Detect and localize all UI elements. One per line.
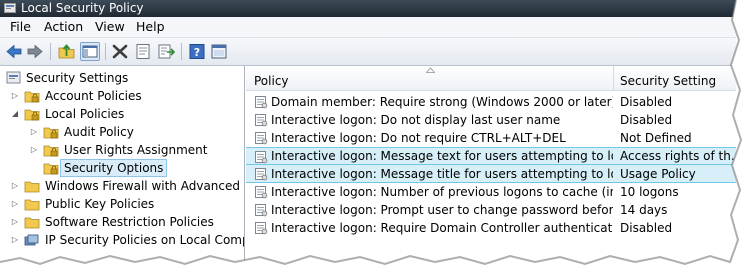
policy-setting: 14 days: [620, 203, 668, 217]
sort-ascending-icon: [426, 67, 435, 73]
delete-x-icon: [112, 44, 128, 59]
policy-setting: Usage Policy: [620, 167, 696, 181]
locked-folder-icon: [43, 145, 59, 157]
menu-file[interactable]: File: [8, 19, 33, 35]
properties-button[interactable]: [133, 42, 153, 61]
policy-name: Interactive logon: Number of previous lo…: [271, 185, 613, 199]
tree-label: Security Options: [60, 159, 168, 177]
locked-folder-icon: [43, 163, 59, 175]
window-title: Local Security Policy: [21, 1, 144, 15]
policy-item-icon: [255, 168, 268, 181]
tree-label: Public Key Policies: [45, 197, 155, 211]
expand-arrow-icon[interactable]: ▷: [30, 128, 38, 136]
help-button[interactable]: ?: [187, 42, 207, 61]
table-row[interactable]: Interactive logon: Number of previous lo…: [246, 183, 736, 201]
column-divider[interactable]: [613, 66, 614, 90]
policy-list: Policy Security Setting Domain member: R…: [246, 66, 736, 262]
locked-folder-icon: [43, 127, 59, 139]
collapse-arrow-icon[interactable]: ◢: [11, 110, 19, 118]
tree-label: Local Policies: [45, 107, 125, 121]
tree-label: IP Security Policies on Local Compute: [45, 233, 244, 247]
policy-item-icon: [255, 96, 268, 109]
folder-icon: [24, 199, 40, 211]
menu-action[interactable]: Action: [42, 19, 85, 35]
table-row[interactable]: Interactive logon: Do not require CTRL+A…: [246, 129, 736, 147]
properties-icon: [136, 44, 150, 59]
table-row[interactable]: Interactive logon: Do not display last u…: [246, 111, 736, 129]
back-button[interactable]: [4, 42, 24, 61]
ip-security-icon: [24, 234, 39, 246]
expand-arrow-icon[interactable]: ▷: [11, 200, 19, 208]
tree-label: Security Settings: [26, 71, 129, 85]
table-row-selected[interactable]: Interactive logon: Message text for user…: [246, 147, 736, 165]
menu-help[interactable]: Help: [134, 19, 167, 35]
expand-arrow-icon[interactable]: ▷: [11, 182, 19, 190]
export-list-icon: [158, 44, 176, 59]
locked-folder-icon: [24, 91, 40, 103]
forward-button[interactable]: [25, 42, 45, 61]
policy-item-icon: [255, 186, 268, 199]
expand-arrow-icon[interactable]: ▷: [11, 92, 19, 100]
column-header-policy[interactable]: Policy: [254, 66, 289, 90]
policy-name: Interactive logon: Do not require CTRL+A…: [271, 131, 566, 145]
expand-arrow-icon[interactable]: ▷: [11, 218, 19, 226]
policy-setting: Not Defined: [620, 131, 692, 145]
expand-arrow-icon[interactable]: ▷: [11, 236, 19, 244]
title-bar: Local Security Policy: [0, 0, 736, 17]
console-icon: [211, 44, 227, 59]
menu-bar: File Action View Help: [0, 17, 736, 38]
expand-arrow-icon[interactable]: ▷: [30, 146, 38, 154]
toolbar-separator: [50, 43, 51, 60]
policy-item-icon: [255, 114, 268, 127]
delete-button[interactable]: [110, 42, 130, 61]
svg-text:?: ?: [194, 46, 200, 59]
table-row[interactable]: Interactive logon: Prompt user to change…: [246, 201, 736, 219]
locked-folder-icon: [24, 109, 40, 121]
security-settings-icon: [6, 71, 21, 84]
folder-up-icon: [58, 44, 75, 59]
policy-item-icon: [255, 132, 268, 145]
policy-setting: Disabled: [620, 113, 673, 127]
policy-name: Interactive logon: Do not display last u…: [271, 113, 561, 127]
policy-item-icon: [255, 222, 268, 235]
policy-item-icon: [255, 204, 268, 217]
local-security-policy-window: Local Security Policy File Action View H…: [0, 0, 736, 262]
tree-label: Account Policies: [45, 89, 142, 103]
security-policy-icon: [4, 3, 16, 13]
console-tree-icon: [82, 45, 98, 58]
policy-name: Interactive logon: Require Domain Contro…: [271, 221, 613, 235]
table-row[interactable]: Interactive logon: Require Domain Contro…: [246, 219, 736, 237]
list-header: Policy Security Setting: [246, 66, 736, 91]
policy-setting: Access rights of th...: [620, 149, 736, 163]
folder-icon: [24, 217, 40, 229]
menu-view[interactable]: View: [93, 19, 127, 35]
arrow-left-icon: [6, 44, 22, 59]
toolbar: ?: [0, 38, 736, 66]
table-row[interactable]: Domain member: Require strong (Windows 2…: [246, 93, 736, 111]
export-list-button[interactable]: [156, 42, 176, 61]
console-button[interactable]: [209, 42, 229, 61]
up-one-level-button[interactable]: [57, 42, 77, 61]
policy-setting: Disabled: [620, 95, 673, 109]
policy-name: Domain member: Require strong (Windows 2…: [271, 95, 613, 109]
policy-name: Interactive logon: Message text for user…: [271, 149, 613, 163]
tree-label: User Rights Assignment: [64, 143, 208, 157]
policy-name: Interactive logon: Message title for use…: [271, 167, 613, 181]
tree-label: Software Restriction Policies: [45, 215, 214, 229]
policy-setting: Disabled: [620, 221, 673, 235]
toolbar-separator: [181, 43, 182, 60]
toolbar-separator: [105, 43, 106, 60]
tree-label: Audit Policy: [64, 125, 134, 139]
arrow-right-icon: [27, 44, 43, 59]
column-header-security-setting[interactable]: Security Setting: [620, 66, 716, 90]
policy-setting: 10 logons: [620, 185, 679, 199]
policy-name: Interactive logon: Prompt user to change…: [271, 203, 613, 217]
policy-item-icon: [255, 151, 268, 164]
folder-icon: [24, 181, 40, 193]
table-row-selected[interactable]: Interactive logon: Message title for use…: [246, 165, 736, 183]
tree-label: Windows Firewall with Advanced Secu: [45, 179, 244, 193]
console-tree: Security Settings ▷ Account Policies ◢ L…: [0, 66, 245, 262]
help-icon: ?: [189, 44, 205, 59]
show-hide-console-tree-button[interactable]: [80, 42, 100, 61]
